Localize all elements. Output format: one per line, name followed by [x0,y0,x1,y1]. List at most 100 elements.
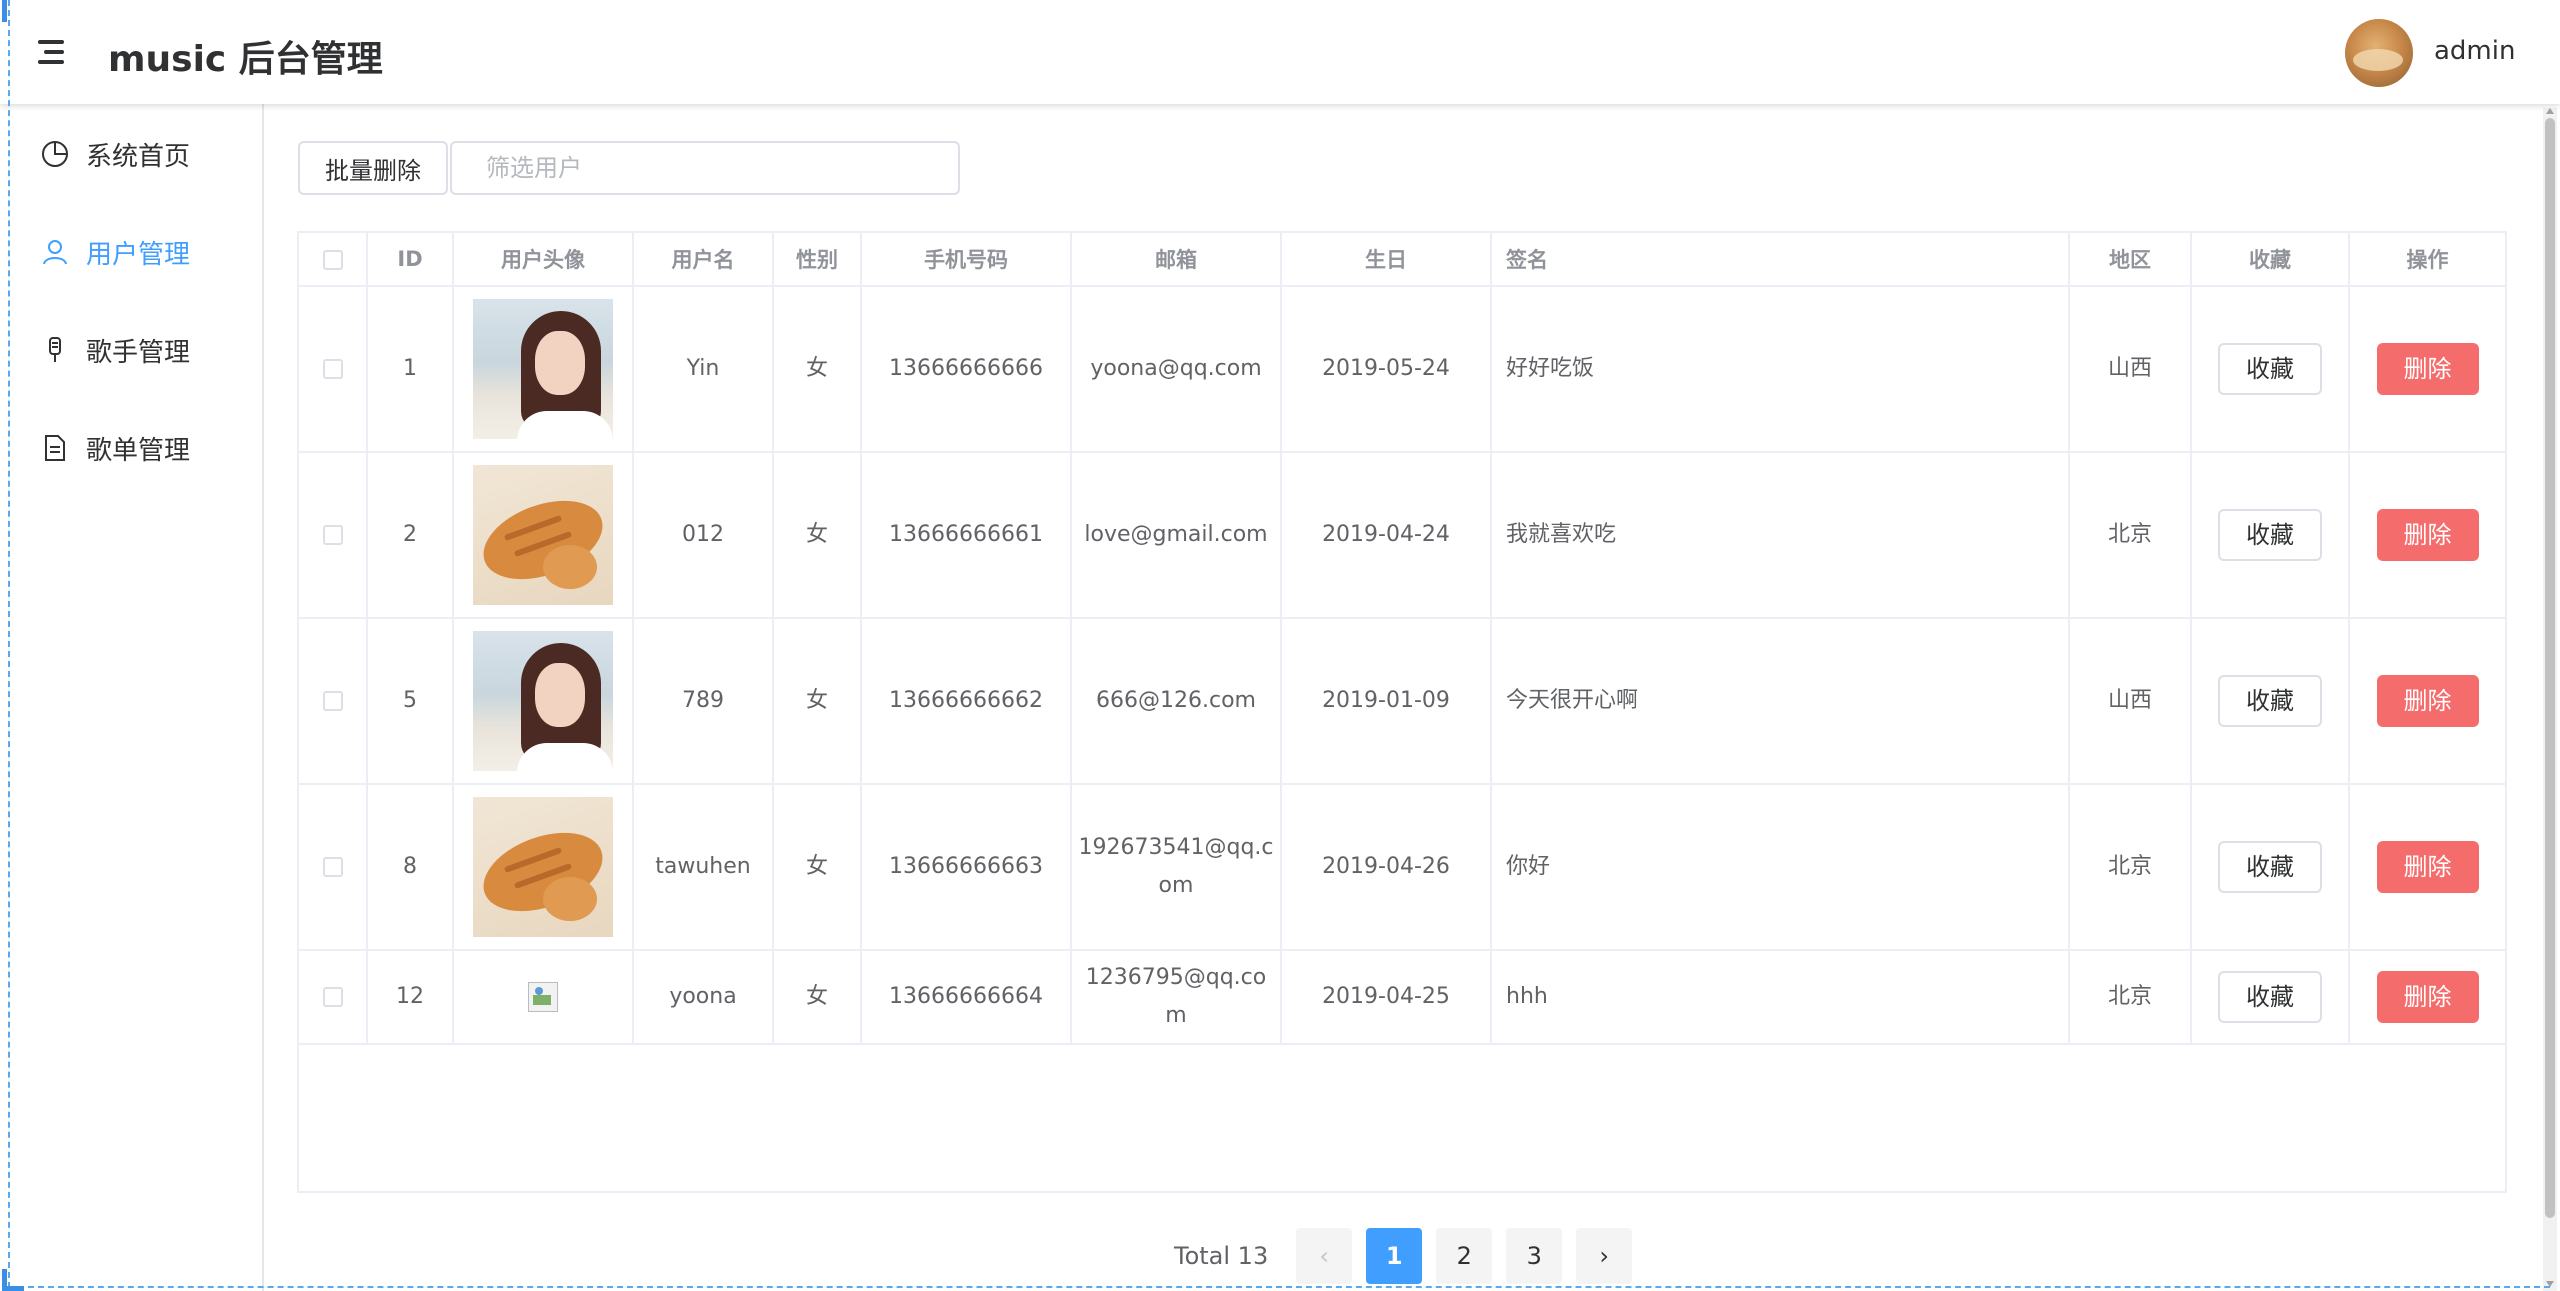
sidebar-item-label: 系统首页 [86,141,191,172]
cell-id: 1 [367,286,454,453]
pie-chart-icon [40,139,70,169]
user-table: ID 用户头像 用户名 性别 手机号码 邮箱 生日 签名 地区 收藏 操作 1 … [297,231,2507,1193]
sidebar-item-users[interactable]: 用户管理 [40,232,190,272]
select-all-header[interactable] [299,233,368,287]
cell-id: 5 [367,618,454,785]
cell-username: 012 [633,452,774,619]
broken-image-icon [528,982,558,1012]
delete-button[interactable]: 删除 [2376,509,2479,561]
column-header: 用户头像 [453,233,634,287]
table-row: 8 tawuhen 女 13666666663 192673541@qq.com… [299,784,2505,951]
sidebar: 系统首页 用户管理 歌手管理 歌单管理 [0,104,264,1291]
delete-button[interactable]: 删除 [2376,675,2479,727]
scroll-down-arrow-icon[interactable] [2546,1281,2554,1287]
delete-button[interactable]: 删除 [2376,343,2479,395]
cell-sex: 女 [773,618,862,785]
cell-phone: 13666666664 [861,950,1072,1045]
scroll-up-arrow-icon[interactable] [2546,108,2554,114]
prev-page-button[interactable]: ‹ [1296,1228,1353,1284]
table-row: 1 Yin 女 13666666666 yoona@qq.com 2019-05… [299,286,2505,453]
cell-phone: 13666666666 [861,286,1072,453]
cell-id: 8 [367,784,454,951]
column-header: 地区 [2069,233,2192,287]
user-icon [40,237,70,267]
column-header: 收藏 [2191,233,2350,287]
cell-sex: 女 [773,950,862,1045]
page-button[interactable]: 3 [1506,1228,1563,1284]
favorite-button[interactable]: 收藏 [2218,343,2322,395]
table-row: 12 yoona 女 13666666664 1236795@qq.com 20… [299,950,2505,1045]
cell-birthday: 2019-01-09 [1281,618,1492,785]
column-header: ID [367,233,454,287]
app-title: music 后台管理 [108,39,383,80]
cell-sex: 女 [773,452,862,619]
cell-username: Yin [633,286,774,453]
user-avatar-image [473,299,613,439]
delete-button[interactable]: 删除 [2376,971,2479,1023]
cell-email: 1236795@qq.com [1071,950,1282,1045]
cell-signature: 今天很开心啊 [1491,618,2070,785]
cell-phone: 13666666662 [861,618,1072,785]
cell-region: 北京 [2069,784,2192,951]
column-header: 操作 [2349,233,2505,287]
cell-phone: 13666666661 [861,452,1072,619]
cell-email: yoona@qq.com [1071,286,1282,453]
sidebar-item-playlists[interactable]: 歌单管理 [40,428,190,468]
cell-birthday: 2019-04-24 [1281,452,1492,619]
favorite-button[interactable]: 收藏 [2218,675,2322,727]
user-name[interactable]: admin [2434,36,2515,66]
sidebar-item-home[interactable]: 系统首页 [40,134,190,174]
cell-id: 12 [367,950,454,1045]
column-header: 生日 [1281,233,1492,287]
cell-sex: 女 [773,286,862,453]
select-all-checkbox[interactable] [322,250,343,270]
user-avatar-image [473,631,613,771]
column-header: 手机号码 [861,233,1072,287]
menu-toggle-icon[interactable] [38,38,68,66]
cell-birthday: 2019-04-25 [1281,950,1492,1045]
vertical-scrollbar[interactable] [2543,108,2557,1291]
cell-region: 北京 [2069,950,2192,1045]
cell-signature: 你好 [1491,784,2070,951]
delete-button[interactable]: 删除 [2376,841,2479,893]
cell-username: 789 [633,618,774,785]
cell-email: 192673541@qq.com [1071,784,1282,951]
column-header: 性别 [773,233,862,287]
pagination-total: Total 13 [1174,1242,1269,1270]
row-checkbox[interactable] [322,987,343,1007]
batch-delete-button[interactable]: 批量删除 [298,141,448,195]
favorite-button[interactable]: 收藏 [2218,841,2322,893]
cell-email: love@gmail.com [1071,452,1282,619]
row-checkbox[interactable] [322,525,343,545]
page-button[interactable]: 2 [1436,1228,1493,1284]
cell-sex: 女 [773,784,862,951]
cell-username: tawuhen [633,784,774,951]
next-page-button[interactable]: › [1576,1228,1633,1284]
document-icon [40,433,70,463]
row-checkbox[interactable] [322,857,343,877]
cell-signature: hhh [1491,950,2070,1045]
user-filter-input[interactable] [450,141,960,195]
pagination: Total 13 ‹ 1 2 3 › [1174,1228,1646,1284]
cell-phone: 13666666663 [861,784,1072,951]
row-checkbox[interactable] [322,359,343,379]
cell-region: 山西 [2069,286,2192,453]
scrollbar-thumb[interactable] [2545,118,2555,1218]
user-avatar-image [473,797,613,937]
cell-id: 2 [367,452,454,619]
frame-corner-marker [2,0,7,22]
cell-birthday: 2019-05-24 [1281,286,1492,453]
cell-username: yoona [633,950,774,1045]
favorite-button[interactable]: 收藏 [2218,509,2322,561]
sidebar-item-singers[interactable]: 歌手管理 [40,330,190,370]
cell-region: 北京 [2069,452,2192,619]
frame-corner-marker [2,1286,24,1291]
cell-email: 666@126.com [1071,618,1282,785]
column-header: 用户名 [633,233,774,287]
page-button[interactable]: 1 [1366,1228,1423,1284]
favorite-button[interactable]: 收藏 [2218,971,2322,1023]
user-avatar[interactable] [2345,19,2413,87]
cell-region: 山西 [2069,618,2192,785]
row-checkbox[interactable] [322,691,343,711]
cell-birthday: 2019-04-26 [1281,784,1492,951]
